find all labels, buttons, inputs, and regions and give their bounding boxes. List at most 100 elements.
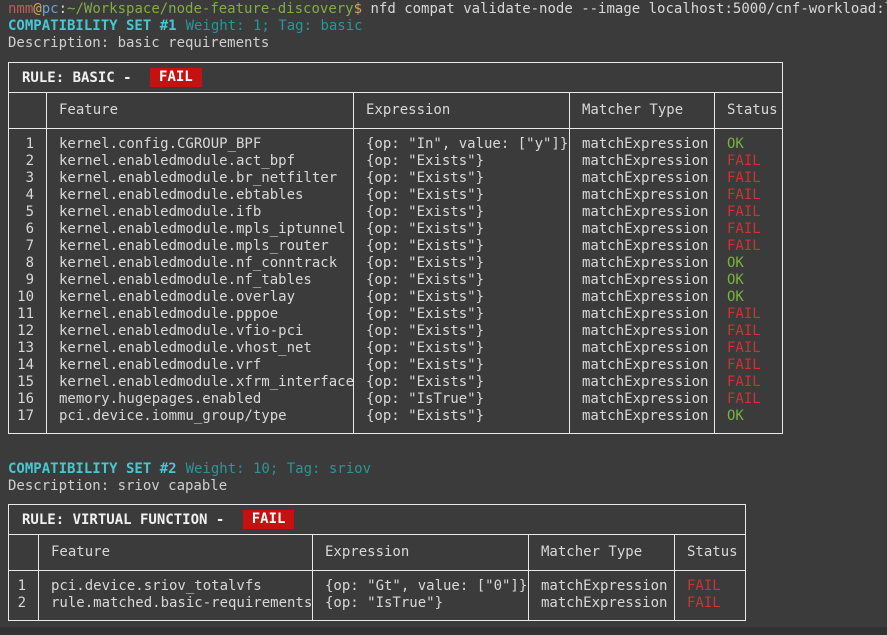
column-header: Matcher Type bbox=[528, 535, 674, 570]
table-cell: {op: "Exists"} bbox=[354, 204, 569, 221]
table-cell: matchExpression bbox=[570, 323, 714, 340]
table-column: matchExpressionmatchExpressionmatchExpre… bbox=[569, 129, 714, 433]
prompt-colon: : bbox=[59, 1, 67, 17]
compat-set-1-title: COMPATIBILITY SET #1 bbox=[8, 18, 177, 34]
table-cell: kernel.enabledmodule.mpls_iptunnel bbox=[47, 221, 353, 238]
column-header: Status bbox=[674, 535, 745, 570]
rule-title-row: RULE: BASIC - FAIL bbox=[9, 63, 782, 93]
compat-set-2-heading: COMPATIBILITY SET #2Weight: 10; Tag: sri… bbox=[8, 461, 371, 478]
table-cell: 10 bbox=[9, 289, 46, 306]
rule-status-badge: FAIL bbox=[243, 510, 295, 529]
table-cell: 1 bbox=[9, 578, 38, 595]
status-value: FAIL bbox=[715, 374, 782, 391]
table-column: pci.device.sriov_totalvfsrule.matched.ba… bbox=[38, 571, 312, 620]
table-cell: matchExpression bbox=[570, 408, 714, 425]
prompt-user: nmm bbox=[8, 1, 33, 17]
terminal-screen[interactable]: { "prompt": { "user": "nmm", "at": "@", … bbox=[0, 0, 887, 635]
table-cell: {op: "Exists"} bbox=[354, 221, 569, 238]
table-cell: matchExpression bbox=[570, 391, 714, 408]
table-cell: {op: "IsTrue"} bbox=[313, 595, 528, 612]
table-cell: matchExpression bbox=[570, 136, 714, 153]
column-header: Matcher Type bbox=[569, 93, 714, 128]
table-cell: 16 bbox=[9, 391, 46, 408]
prompt-host: pc bbox=[42, 1, 59, 17]
table-cell: matchExpression bbox=[570, 357, 714, 374]
table-cell: kernel.enabledmodule.ebtables bbox=[47, 187, 353, 204]
table-column: kernel.config.CGROUP_BPF kernel.enabledmo… bbox=[46, 129, 353, 433]
prompt-line: nmm@pc:~/Workspace/node-feature-discover… bbox=[8, 1, 887, 18]
table-cell: kernel.enabledmodule.mpls_router bbox=[47, 238, 353, 255]
table-cell: {op: "Exists"} bbox=[354, 170, 569, 187]
table-cell: pci.device.iommu_group/type bbox=[47, 408, 353, 425]
table-cell: kernel.enabledmodule.nf_conntrack bbox=[47, 255, 353, 272]
table-column: {op: "Gt", value: ["0"]}{op: "IsTrue"} bbox=[312, 571, 528, 620]
table-cell: 13 bbox=[9, 340, 46, 357]
table-cell: kernel.enabledmodule.vfio-pci bbox=[47, 323, 353, 340]
table-cell: 2 bbox=[9, 595, 38, 612]
table-cell: 5 bbox=[9, 204, 46, 221]
table-cell: kernel.config.CGROUP_BPF bbox=[47, 136, 353, 153]
table-cell: {op: "Exists"} bbox=[354, 153, 569, 170]
table-cell: 3 bbox=[9, 170, 46, 187]
table-cell: kernel.enabledmodule.xfrm_interface bbox=[47, 374, 353, 391]
status-value: OK bbox=[715, 289, 782, 306]
window-bottom-edge bbox=[0, 627, 887, 635]
table-cell: {op: "Exists"} bbox=[354, 187, 569, 204]
table-cell: {op: "Exists"} bbox=[354, 323, 569, 340]
compat-set-1-meta: Weight: 1; Tag: basic bbox=[177, 18, 363, 34]
table-cell: kernel.enabledmodule.pppoe bbox=[47, 306, 353, 323]
status-value: OK bbox=[715, 255, 782, 272]
table-cell: kernel.enabledmodule.vhost_net bbox=[47, 340, 353, 357]
compat-set-1-description: Description: basic requirements bbox=[8, 35, 269, 52]
table-cell: matchExpression bbox=[570, 221, 714, 238]
column-header: Feature bbox=[38, 535, 312, 570]
status-value: FAIL bbox=[675, 578, 745, 595]
compat-set-1-heading: COMPATIBILITY SET #1Weight: 1; Tag: basi… bbox=[8, 18, 363, 35]
status-value: FAIL bbox=[715, 323, 782, 340]
table-cell: {op: "Exists"} bbox=[354, 238, 569, 255]
table-cell: matchExpression bbox=[570, 289, 714, 306]
table-column: matchExpressionmatchExpression bbox=[528, 571, 674, 620]
rule-table-virtual-function: RULE: VIRTUAL FUNCTION - FAIL FeatureExp… bbox=[8, 504, 746, 621]
status-value: OK bbox=[715, 136, 782, 153]
prompt-at: @ bbox=[33, 1, 41, 17]
table-cell: 2 bbox=[9, 153, 46, 170]
table-cell: 15 bbox=[9, 374, 46, 391]
table-cell: kernel.enabledmodule.ifb bbox=[47, 204, 353, 221]
table-cell: 9 bbox=[9, 272, 46, 289]
table-cell: 1 bbox=[9, 136, 46, 153]
table-cell: {op: "In", value: ["y"]} bbox=[354, 136, 569, 153]
table-column: 12 bbox=[9, 571, 38, 620]
column-header: Expression bbox=[353, 93, 569, 128]
table-cell: {op: "IsTrue"} bbox=[354, 391, 569, 408]
table-cell: 11 bbox=[9, 306, 46, 323]
status-value: FAIL bbox=[715, 153, 782, 170]
table-body: 1234567891011121314151617kernel.config.C… bbox=[9, 129, 782, 433]
status-value: FAIL bbox=[675, 595, 745, 612]
table-body: 12pci.device.sriov_totalvfsrule.matched.… bbox=[9, 571, 745, 620]
status-value: FAIL bbox=[715, 204, 782, 221]
table-cell: matchExpression bbox=[570, 238, 714, 255]
table-header-row: FeatureExpressionMatcher TypeStatus bbox=[9, 93, 782, 129]
rule-status-badge: FAIL bbox=[150, 68, 202, 87]
table-cell: 6 bbox=[9, 221, 46, 238]
table-cell: 17 bbox=[9, 408, 46, 425]
status-value: FAIL bbox=[715, 170, 782, 187]
table-column: FAILFAIL bbox=[674, 571, 745, 620]
column-header: Expression bbox=[312, 535, 528, 570]
table-cell: matchExpression bbox=[570, 272, 714, 289]
rule-title-row: RULE: VIRTUAL FUNCTION - FAIL bbox=[9, 505, 745, 535]
table-cell: {op: "Exists"} bbox=[354, 357, 569, 374]
status-value: FAIL bbox=[715, 306, 782, 323]
status-value: FAIL bbox=[715, 340, 782, 357]
table-cell: matchExpression bbox=[570, 374, 714, 391]
table-column: OKFAILFAILFAILFAILFAILFAILOKOKOKFAILFAIL… bbox=[714, 129, 782, 433]
table-header-row: FeatureExpressionMatcher TypeStatus bbox=[9, 535, 745, 571]
rule-table-basic: RULE: BASIC - FAIL FeatureExpressionMatc… bbox=[8, 62, 783, 434]
table-cell: memory.hugepages.enabled bbox=[47, 391, 353, 408]
table-cell: {op: "Exists"} bbox=[354, 408, 569, 425]
table-cell: 4 bbox=[9, 187, 46, 204]
table-cell: {op: "Exists"} bbox=[354, 289, 569, 306]
table-cell: matchExpression bbox=[570, 170, 714, 187]
table-cell: matchExpression bbox=[570, 187, 714, 204]
